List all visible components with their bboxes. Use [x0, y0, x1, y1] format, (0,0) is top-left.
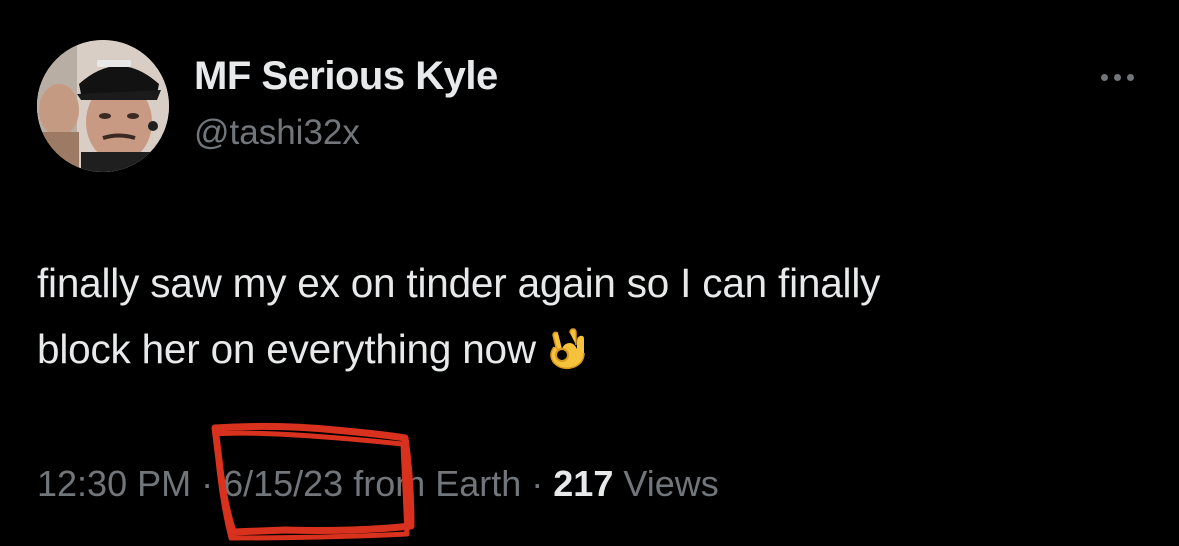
tweet-text-line-2: block her on everything now	[37, 316, 1147, 382]
tweet-metadata: 12:30 PM · 6/15/23 from Earth · 217 View…	[37, 463, 719, 505]
ok-hand-emoji-icon	[544, 324, 590, 370]
views-label: Views	[613, 463, 719, 504]
more-options-icon	[1100, 73, 1108, 81]
more-options-button[interactable]	[1092, 60, 1142, 94]
tweet-text: finally saw my ex on tinder again so I c…	[37, 250, 1147, 382]
username-handle[interactable]: @tashi32x	[194, 113, 360, 153]
meta-separator: ·	[521, 463, 554, 504]
more-options-icon-dot	[1126, 73, 1134, 81]
more-options-icon-dot	[1113, 73, 1121, 81]
meta-separator: ·	[191, 463, 224, 504]
avatar[interactable]	[37, 40, 169, 172]
tweet-text-line-2-text: block her on everything now	[37, 326, 536, 372]
tweet-date[interactable]: 6/15/23	[223, 463, 343, 504]
tweet-text-line-1: finally saw my ex on tinder again so I c…	[37, 260, 881, 306]
profile-photo-icon	[37, 40, 169, 172]
tweet-card: MF Serious Kyle @tashi32x finally saw my…	[0, 0, 1179, 546]
display-name[interactable]: MF Serious Kyle	[194, 54, 498, 99]
tweet-time[interactable]: 12:30 PM	[37, 463, 191, 504]
tweet-location: from Earth	[343, 463, 522, 504]
views-count[interactable]: 217	[553, 463, 613, 504]
